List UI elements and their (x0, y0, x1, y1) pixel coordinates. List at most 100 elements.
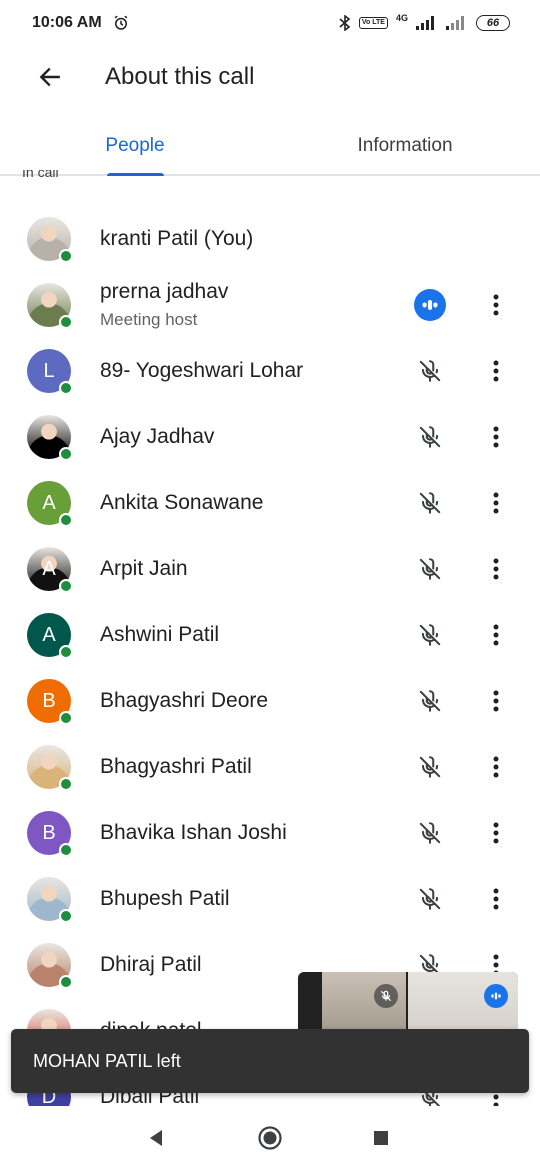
participant-name: Ankita Sonawane (100, 491, 264, 514)
more-options-button[interactable] (480, 289, 512, 321)
participant-row[interactable]: A Arpit Jain (0, 536, 540, 602)
nav-recents-button[interactable] (367, 1124, 395, 1152)
more-options-button[interactable] (480, 817, 512, 849)
avatar-initial: B (42, 821, 56, 844)
online-status-dot (59, 909, 73, 923)
avatar-wrap: L (27, 349, 73, 395)
tab-bar: People Information (0, 118, 540, 176)
online-status-dot (59, 579, 73, 593)
more-vert-icon (493, 690, 499, 712)
tab-people[interactable]: People (0, 118, 270, 176)
square-recents-icon (374, 1131, 388, 1145)
online-status-dot (59, 843, 73, 857)
participant-info: Ashwini Patil (100, 623, 219, 647)
online-status-dot (59, 711, 73, 725)
mic-off-icon (414, 883, 446, 915)
participant-row[interactable]: Bhagyashri Patil (0, 734, 540, 800)
more-vert-icon (493, 294, 499, 316)
more-vert-icon (493, 426, 499, 448)
more-options-button[interactable] (480, 355, 512, 387)
mic-off-icon (414, 751, 446, 783)
online-status-dot (59, 777, 73, 791)
participant-info: 89- Yogeshwari Lohar (100, 359, 303, 383)
participant-row[interactable]: A Ankita Sonawane (0, 470, 540, 536)
status-time: 10:06 AM (32, 14, 102, 31)
battery-icon: 66 (476, 15, 510, 31)
nav-home-button[interactable] (256, 1124, 284, 1152)
arrow-left-icon (39, 67, 60, 87)
more-vert-icon (493, 822, 499, 844)
participant-info: Dhiraj Patil (100, 953, 202, 977)
more-options-button[interactable] (480, 421, 512, 453)
participant-name: Ajay Jadhav (100, 425, 215, 448)
online-status-dot (59, 645, 73, 659)
participant-row[interactable]: B Bhavika Ishan Joshi (0, 800, 540, 866)
online-status-dot (59, 249, 73, 263)
participant-row[interactable]: Ajay Jadhav (0, 404, 540, 470)
more-options-button[interactable] (480, 883, 512, 915)
snackbar-message: MOHAN PATIL left (33, 1050, 181, 1071)
participant-row[interactable]: A Ashwini Patil (0, 602, 540, 668)
participant-name: Bhupesh Patil (100, 887, 230, 910)
volte-icon: Vo LTE (358, 17, 388, 29)
mic-off-icon (414, 619, 446, 651)
mic-off-icon (414, 685, 446, 717)
participant-info: kranti Patil (You) (100, 227, 253, 251)
participant-name: Arpit Jain (100, 557, 188, 580)
more-options-button[interactable] (480, 553, 512, 585)
pip-speaking-icon (484, 984, 508, 1008)
participant-name: prerna jadhav (100, 280, 229, 303)
participant-name: Bhavika Ishan Joshi (100, 821, 287, 844)
online-status-dot (59, 381, 73, 395)
avatar-wrap (27, 943, 73, 989)
participant-info: Bhupesh Patil (100, 887, 230, 911)
status-icons: Vo LTE 4G 66 (339, 13, 510, 31)
mic-off-icon (414, 553, 446, 585)
snackbar: MOHAN PATIL left (11, 1029, 529, 1093)
section-label: In call (22, 170, 59, 180)
more-options-button[interactable] (480, 619, 512, 651)
circle-home-icon (258, 1126, 282, 1150)
more-options-button[interactable] (480, 751, 512, 783)
triangle-back-icon (150, 1130, 162, 1146)
participant-name: Bhagyashri Deore (100, 689, 269, 712)
signal-icon (416, 16, 434, 30)
nav-back-button[interactable] (142, 1124, 170, 1152)
alarm-icon (114, 15, 128, 30)
app-bar: About this call (0, 46, 540, 108)
participant-row[interactable]: L 89- Yogeshwari Lohar (0, 338, 540, 404)
participant-row[interactable]: Bhupesh Patil (0, 866, 540, 932)
page-title: About this call (105, 63, 255, 90)
pip-mic-off-icon (374, 984, 398, 1008)
avatar-wrap: A (27, 481, 73, 527)
avatar-wrap (27, 877, 73, 923)
bluetooth-icon (339, 15, 351, 31)
participant-row[interactable]: prerna jadhav Meeting host (0, 272, 540, 338)
avatar-wrap (27, 217, 73, 263)
signal-icon-2 (446, 16, 464, 30)
avatar-wrap (27, 415, 73, 461)
network-type: 4G (395, 13, 408, 23)
participant-row[interactable]: kranti Patil (You) (0, 206, 540, 272)
participant-row[interactable]: B Bhagyashri Deore (0, 668, 540, 734)
more-options-button[interactable] (480, 685, 512, 717)
speaking-icon (414, 289, 446, 321)
participant-name: kranti Patil (You) (100, 227, 254, 250)
more-options-button[interactable] (480, 487, 512, 519)
participant-info: Bhagyashri Deore (100, 689, 268, 713)
participant-info: Ajay Jadhav (100, 425, 214, 449)
back-button[interactable] (22, 49, 78, 105)
avatar-wrap: B (27, 679, 73, 725)
participant-name: Dhiraj Patil (100, 953, 202, 976)
mic-off-icon (414, 355, 446, 387)
tab-information[interactable]: Information (270, 118, 540, 174)
more-vert-icon (493, 756, 499, 778)
mic-off-icon (414, 487, 446, 519)
avatar-initial: A (42, 623, 56, 646)
avatar-initial: A (42, 491, 56, 514)
avatar-initial: L (43, 359, 55, 382)
online-status-dot (59, 975, 73, 989)
avatar-wrap: A (27, 613, 73, 659)
mic-off-icon (414, 817, 446, 849)
more-vert-icon (493, 360, 499, 382)
